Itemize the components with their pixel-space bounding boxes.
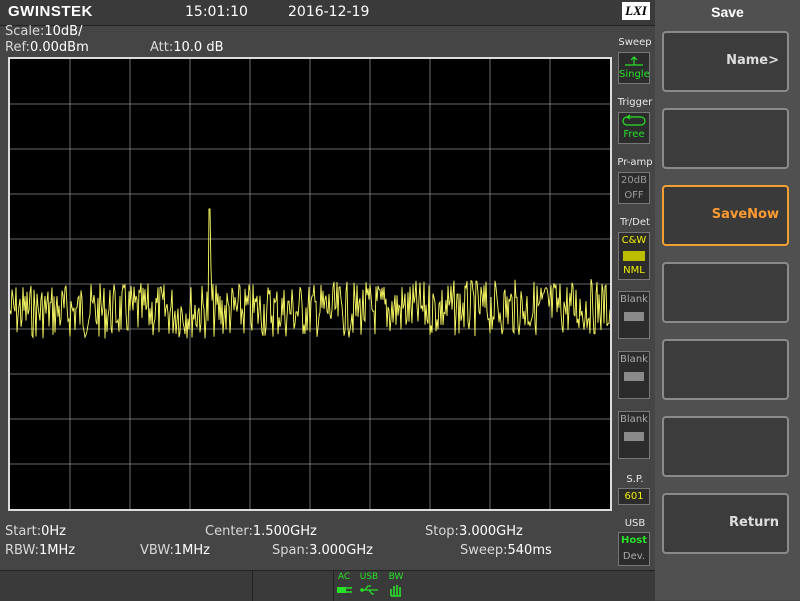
blank-label-3: Blank (620, 414, 648, 425)
blank-label-2: Blank (620, 354, 648, 365)
preamp-gain: 20dB (621, 175, 647, 186)
softkey-2[interactable] (662, 108, 789, 169)
usb-indicator-label: USB (359, 572, 379, 582)
top-status-bar: GWINSTEK 15:01:10 2016-12-19 LXI (0, 0, 655, 26)
side-status-panel: Sweep Single Trigger Free Pr-amp 20dB OF… (614, 34, 656, 569)
softkey-6[interactable] (662, 416, 789, 477)
span-readout: Span:3.000GHz (272, 543, 373, 558)
ref-value: 0.00dBm (29, 40, 89, 55)
sweep-time-readout: Sweep:540ms (460, 543, 552, 558)
blank-swatch-1 (624, 312, 644, 321)
lxi-logo: LXI (622, 2, 650, 20)
sweep-status-box: Single (618, 52, 650, 84)
ref-readout: Ref:0.00dBm (5, 40, 89, 55)
trigger-status-label: Trigger (617, 97, 653, 108)
spectrum-display (8, 57, 612, 511)
sweep-points-box: 601 (618, 488, 650, 505)
start-label: Start: (5, 524, 42, 539)
trigger-status-box: Free (618, 112, 650, 144)
stop-label: Stop: (425, 524, 459, 539)
status-cell-2 (253, 571, 334, 601)
trace-color-swatch (623, 251, 645, 261)
hand-icon (390, 585, 401, 597)
rbw-value: 1MHz (38, 543, 76, 558)
status-cell-3 (410, 571, 654, 601)
blank-box-1: Blank (618, 291, 650, 339)
vbw-value: 1MHz (173, 543, 210, 558)
blank-label-1: Blank (620, 294, 648, 305)
name-softkey[interactable]: Name> (662, 31, 789, 92)
sweep-mode: Single (619, 69, 650, 80)
preamp-status-label: Pr-amp (617, 157, 653, 168)
brand-logo: GWINSTEK (8, 3, 93, 20)
spectrum-trace-area (10, 59, 610, 509)
scale-readout: Scale:10dB/ (5, 24, 82, 39)
att-readout: Att:10.0 dB (150, 40, 224, 55)
span-value: 3.000GHz (309, 543, 373, 558)
softkey-5[interactable] (662, 339, 789, 400)
trdet-status-label: Tr/Det (620, 217, 650, 228)
status-cell-1 (0, 571, 253, 601)
detector-mode: NML (623, 265, 645, 276)
single-sweep-icon (625, 56, 643, 66)
usb-host: Host (621, 535, 647, 546)
blank-swatch-3 (624, 432, 644, 441)
blank-box-3: Blank (618, 411, 650, 459)
save-now-softkey[interactable]: SaveNow (662, 185, 789, 246)
trace-mode: C&W (621, 235, 647, 246)
sweep-points-value: 601 (624, 491, 644, 502)
stop-readout: Stop:3.000GHz (425, 524, 523, 539)
usb-dev: Dev. (622, 551, 646, 562)
start-value: 0Hz (41, 524, 67, 539)
vbw-readout: VBW:1MHz (140, 543, 210, 558)
usb-mode-box: Host Dev. (618, 532, 650, 566)
scale-label: Scale: (5, 24, 45, 39)
trigger-mode: Free (623, 129, 645, 140)
rbw-label: RBW: (5, 543, 39, 558)
scale-value: 10dB/ (44, 24, 83, 39)
ac-indicator-label: AC (337, 572, 351, 582)
sweep-time-label: Sweep: (460, 543, 508, 558)
menu-title: Save (711, 4, 744, 20)
ac-power-icon (337, 587, 352, 593)
att-label: Att: (150, 40, 174, 55)
return-softkey-label: Return (729, 515, 779, 530)
usb-mode-label: USB (624, 518, 646, 529)
sweep-time-value: 540ms (507, 543, 552, 558)
preamp-status-box: 20dB OFF (618, 172, 650, 204)
clock-time: 15:01:10 (185, 4, 248, 20)
preamp-state: OFF (624, 190, 644, 201)
att-value: 10.0 dB (173, 40, 224, 55)
ref-label: Ref: (5, 40, 30, 55)
trdet-status-box: C&W NML (618, 232, 650, 280)
start-readout: Start:0Hz (5, 524, 66, 539)
vbw-label: VBW: (140, 543, 174, 558)
rbw-readout: RBW:1MHz (5, 543, 75, 558)
blank-box-2: Blank (618, 351, 650, 399)
bottom-status-bar: AC USB BW (0, 570, 655, 601)
center-label: Center: (205, 524, 253, 539)
return-softkey[interactable]: Return (662, 493, 789, 554)
softkey-menu: Save Name> SaveNow Return (655, 0, 800, 600)
span-label: Span: (272, 543, 310, 558)
usb-icon (360, 585, 378, 595)
stop-value: 3.000GHz (458, 524, 523, 539)
clock-date: 2016-12-19 (288, 4, 370, 20)
sweep-status-label: Sweep (618, 37, 652, 48)
center-readout: Center:1.500GHz (205, 524, 317, 539)
center-value: 1.500GHz (252, 524, 317, 539)
sweep-points-label: S.P. (626, 474, 644, 485)
bw-indicator-label: BW (388, 572, 404, 582)
free-run-icon (622, 114, 646, 126)
blank-swatch-2 (624, 372, 644, 381)
name-softkey-label: Name> (726, 53, 779, 68)
softkey-4[interactable] (662, 262, 789, 323)
save-now-softkey-label: SaveNow (711, 207, 779, 222)
